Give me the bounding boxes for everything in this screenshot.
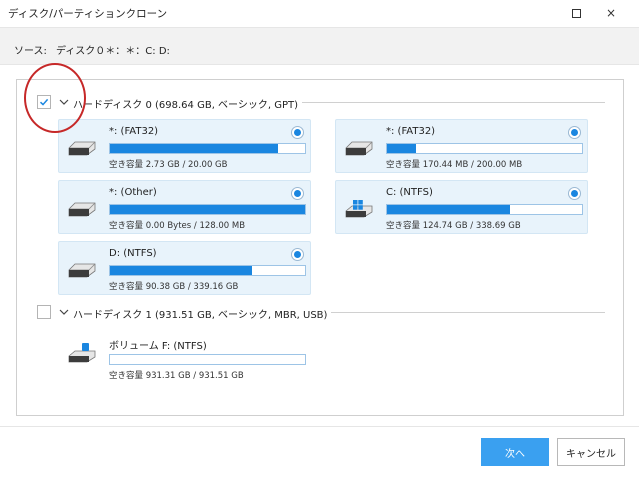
drive-icon [68, 141, 96, 156]
usage-bar [386, 204, 583, 215]
partition-radio[interactable] [568, 126, 581, 139]
source-bar: ソース: ディスク０＊：＊：C: D: [0, 27, 639, 65]
partition-radio[interactable] [291, 126, 304, 139]
close-button[interactable]: × [598, 3, 624, 23]
usb-drive-icon [68, 343, 96, 363]
partition-radio[interactable] [568, 187, 581, 200]
partition-card-c-drive[interactable]: C: (NTFS) 空き容量 124.74 GB / 338.69 GB [335, 180, 588, 234]
partition-radio[interactable] [291, 248, 304, 261]
partition-space: 空き容量 170.44 MB / 200.00 MB [386, 160, 523, 170]
disk-list-panel: ハードディスク 0 (698.64 GB, ベーシック, GPT) *: (FA… [16, 79, 624, 416]
partition-name: ボリューム F: (NTFS) [109, 341, 207, 352]
drive-icon [68, 202, 96, 217]
partition-card-d-drive[interactable]: D: (NTFS) 空き容量 90.38 GB / 339.16 GB [58, 241, 311, 295]
footer-divider [0, 426, 639, 427]
cancel-button[interactable]: キャンセル [557, 438, 625, 466]
close-icon: × [605, 6, 617, 20]
usage-bar-fill [387, 205, 510, 214]
usage-bar [109, 265, 306, 276]
partition-name: *: (FAT32) [109, 126, 159, 137]
chevron-down-icon[interactable] [59, 307, 69, 317]
partition-space: 空き容量 0.00 Bytes / 128.00 MB [109, 221, 246, 231]
radio-selected-dot [571, 129, 578, 136]
usage-bar [386, 143, 583, 154]
maximize-icon [571, 8, 581, 18]
partition-name: *: (FAT32) [386, 126, 436, 137]
partition-space: 空き容量 90.38 GB / 339.16 GB [109, 282, 239, 292]
radio-selected-dot [294, 129, 301, 136]
disk-1-checkbox[interactable] [37, 305, 51, 319]
usage-bar-fill [110, 205, 305, 214]
usage-bar-fill [110, 144, 278, 153]
drive-icon [345, 141, 373, 156]
partition-name: C: (NTFS) [386, 187, 433, 198]
usage-bar [109, 143, 306, 154]
partition-card-fat32-1[interactable]: *: (FAT32) 空き容量 2.73 GB / 20.00 GB [58, 119, 311, 173]
usage-bar-fill [387, 144, 417, 153]
disk-0-divider [277, 102, 605, 103]
partition-name: *: (Other) [109, 187, 157, 198]
source-label: ソース: [14, 46, 47, 57]
disk-1-divider [317, 312, 605, 313]
partition-card-other[interactable]: *: (Other) 空き容量 0.00 Bytes / 128.00 MB [58, 180, 311, 234]
partition-card-volume-f[interactable]: ボリューム F: (NTFS) 空き容量 931.31 GB / 931.51 … [58, 330, 311, 384]
partition-space: 空き容量 2.73 GB / 20.00 GB [109, 160, 228, 170]
partition-card-fat32-2[interactable]: *: (FAT32) 空き容量 170.44 MB / 200.00 MB [335, 119, 588, 173]
partition-space: 空き容量 931.31 GB / 931.51 GB [109, 371, 244, 381]
radio-selected-dot [294, 190, 301, 197]
maximize-button[interactable] [563, 3, 589, 23]
partition-space: 空き容量 124.74 GB / 338.69 GB [386, 221, 521, 231]
drive-icon [68, 263, 96, 278]
disk-1-label: ハードディスク 1 (931.51 GB, ベーシック, MBR, USB) [73, 306, 332, 321]
next-button[interactable]: 次へ [481, 438, 549, 466]
disk-0-label: ハードディスク 0 (698.64 GB, ベーシック, GPT) [73, 96, 303, 111]
radio-selected-dot [571, 190, 578, 197]
partition-name: D: (NTFS) [109, 248, 157, 259]
window-title: ディスク/パーティションクローン [8, 8, 168, 20]
title-bar: ディスク/パーティションクローン × [0, 0, 639, 26]
radio-selected-dot [294, 251, 301, 258]
usage-bar [109, 354, 306, 365]
windows-drive-icon [345, 200, 373, 218]
usage-bar-fill [110, 266, 253, 275]
usage-bar [109, 204, 306, 215]
partition-radio[interactable] [291, 187, 304, 200]
source-value: ディスク０＊：＊：C: D: [56, 46, 170, 57]
annotation-circle [24, 63, 86, 133]
